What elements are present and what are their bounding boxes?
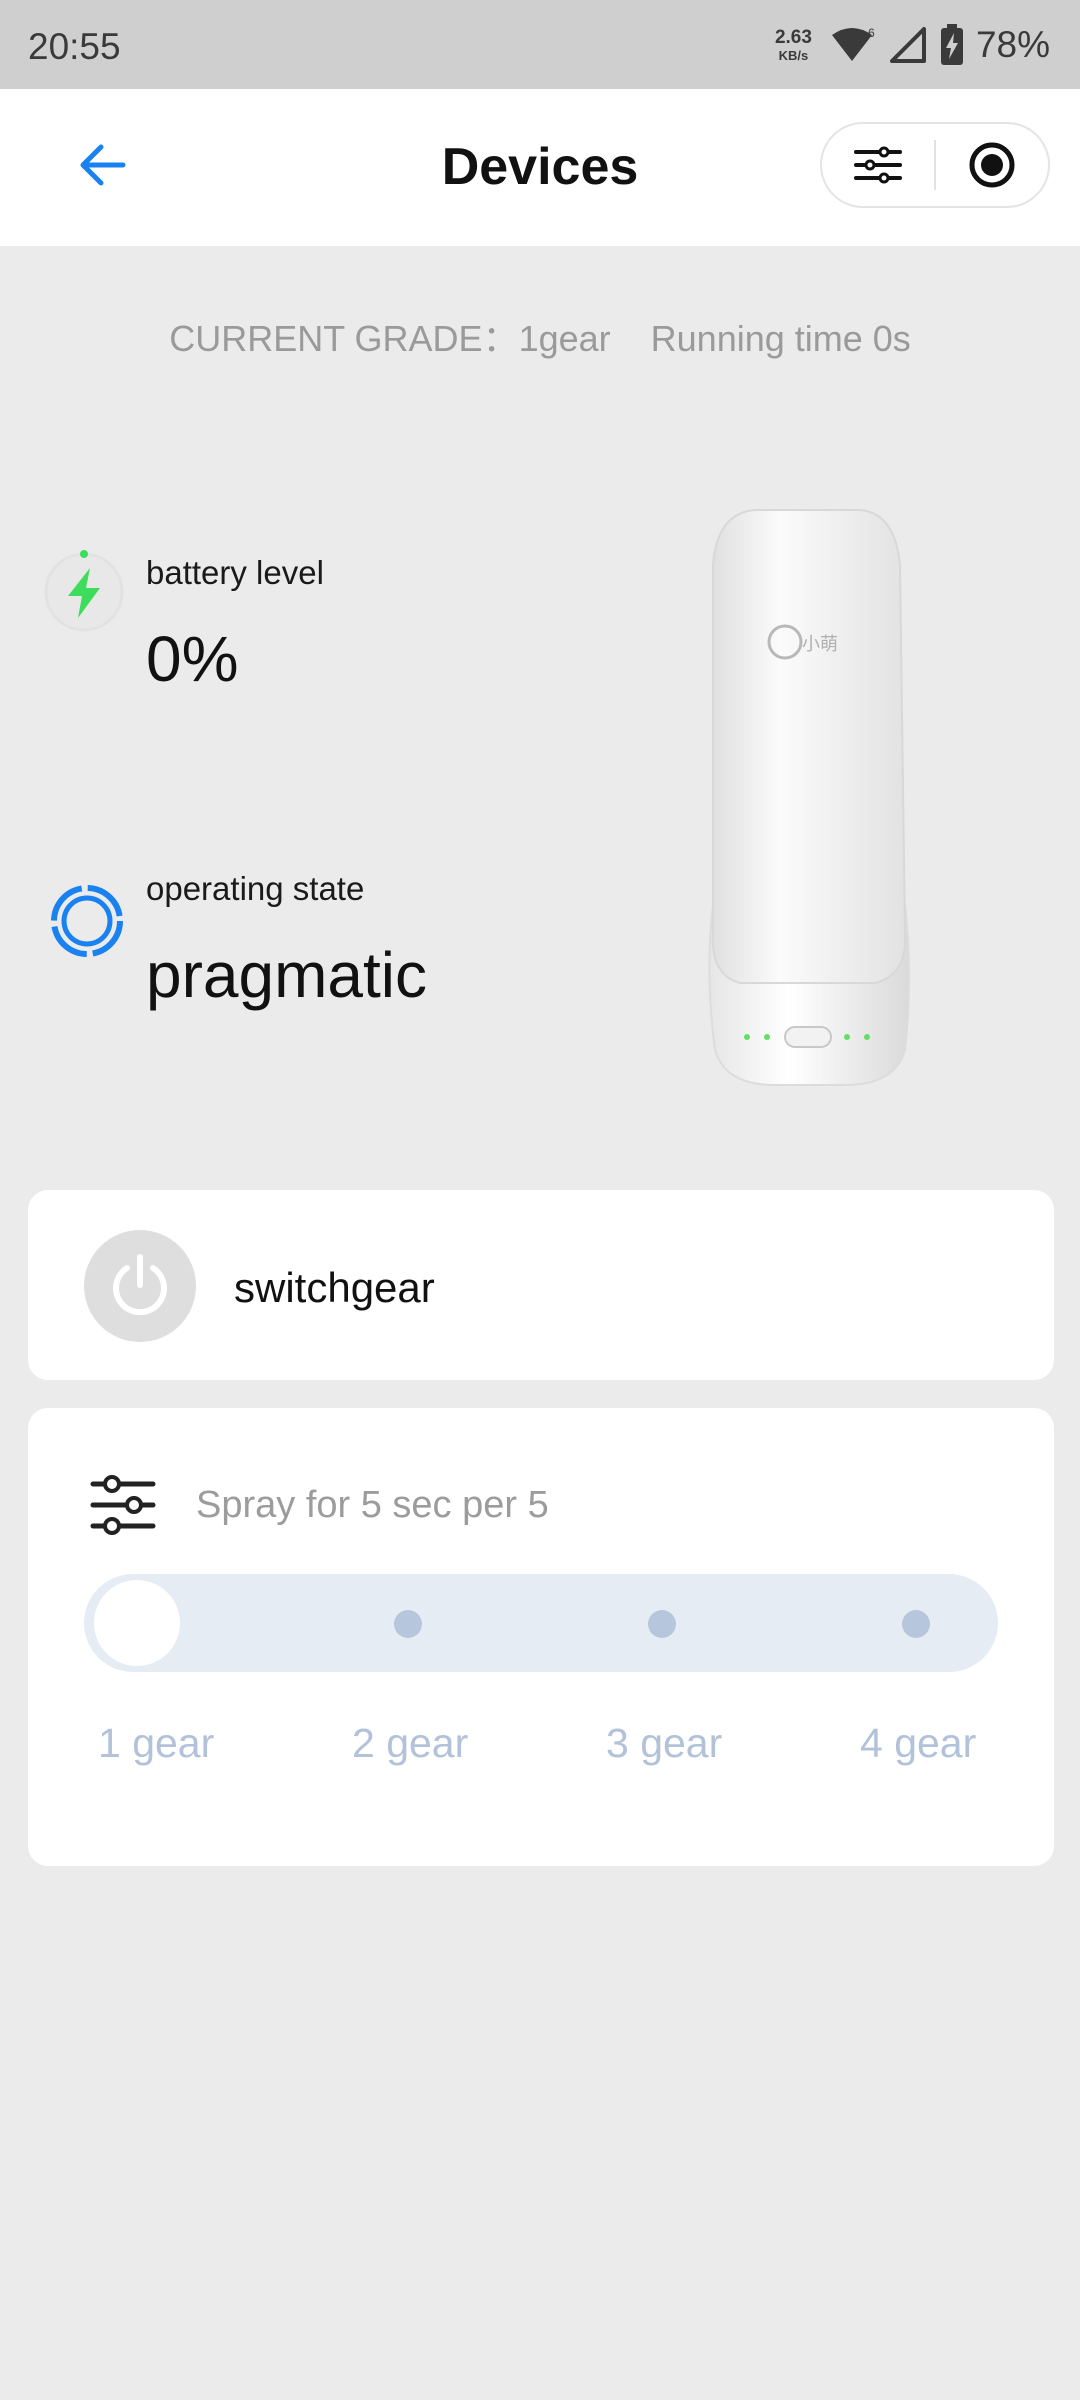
wifi-icon: 6: [831, 26, 875, 61]
grade-running-time: CURRENT GRADE：1gear Running time 0s: [169, 318, 911, 359]
battery-level-value: 0%: [146, 623, 239, 695]
signal-icon: [889, 27, 926, 63]
switch-label: switchgear: [234, 1264, 435, 1311]
lightning-icon: [44, 550, 124, 632]
gear-dot-4[interactable]: [902, 1610, 930, 1638]
power-button[interactable]: [84, 1230, 196, 1342]
header-capsule: [820, 122, 1050, 208]
battery-status-icon: [42, 548, 126, 632]
gear-sliders-icon-wrap: [90, 1474, 156, 1536]
gear-dot-3[interactable]: [648, 1610, 676, 1638]
gear-label-2[interactable]: 2 gear: [352, 1720, 468, 1767]
gear-dot-2[interactable]: [394, 1610, 422, 1638]
battery-percent: 78%: [975, 24, 1050, 65]
status-bar: 20:55 2.63 KB/s 6 78%: [0, 0, 1080, 89]
app-header: Devices: [0, 89, 1080, 246]
gear-label-3[interactable]: 3 gear: [606, 1720, 722, 1767]
spray-description: Spray for 5 sec per 5: [196, 1484, 549, 1526]
record-circle-icon: [969, 142, 1015, 188]
ring-icon: [51, 885, 123, 957]
gear-card: Spray for 5 sec per 5 1 gear 2 gear 3 ge…: [28, 1408, 1054, 1866]
gear-label-4[interactable]: 4 gear: [860, 1720, 976, 1767]
device-image: 小萌: [695, 505, 920, 1090]
gear-slider[interactable]: [84, 1574, 998, 1672]
network-speed: 2.63 KB/s: [775, 28, 812, 62]
sliders-icon: [854, 146, 902, 184]
sliders-icon: [90, 1475, 156, 1535]
record-button[interactable]: [936, 124, 1048, 206]
network-speed-value: 2.63: [774, 27, 812, 48]
wifi-badge: 6: [868, 26, 875, 40]
gear-slider-knob[interactable]: [94, 1580, 180, 1666]
operating-state-label: operating state: [146, 870, 365, 907]
network-speed-unit: KB/s: [778, 48, 809, 63]
battery-charging-icon: [940, 24, 963, 65]
operating-state-icon: [46, 880, 128, 962]
gear-label-1[interactable]: 1 gear: [98, 1720, 214, 1767]
switch-card: switchgear: [28, 1190, 1054, 1380]
battery-level-label: battery level: [146, 554, 324, 591]
power-icon: [113, 1254, 167, 1316]
status-indicators: 2.63 KB/s 6 78%: [775, 20, 1050, 70]
operating-state-value: pragmatic: [146, 939, 427, 1011]
settings-button[interactable]: [822, 124, 934, 206]
status-time: 20:55: [28, 26, 121, 67]
device-logo-text: 小萌: [802, 634, 838, 655]
